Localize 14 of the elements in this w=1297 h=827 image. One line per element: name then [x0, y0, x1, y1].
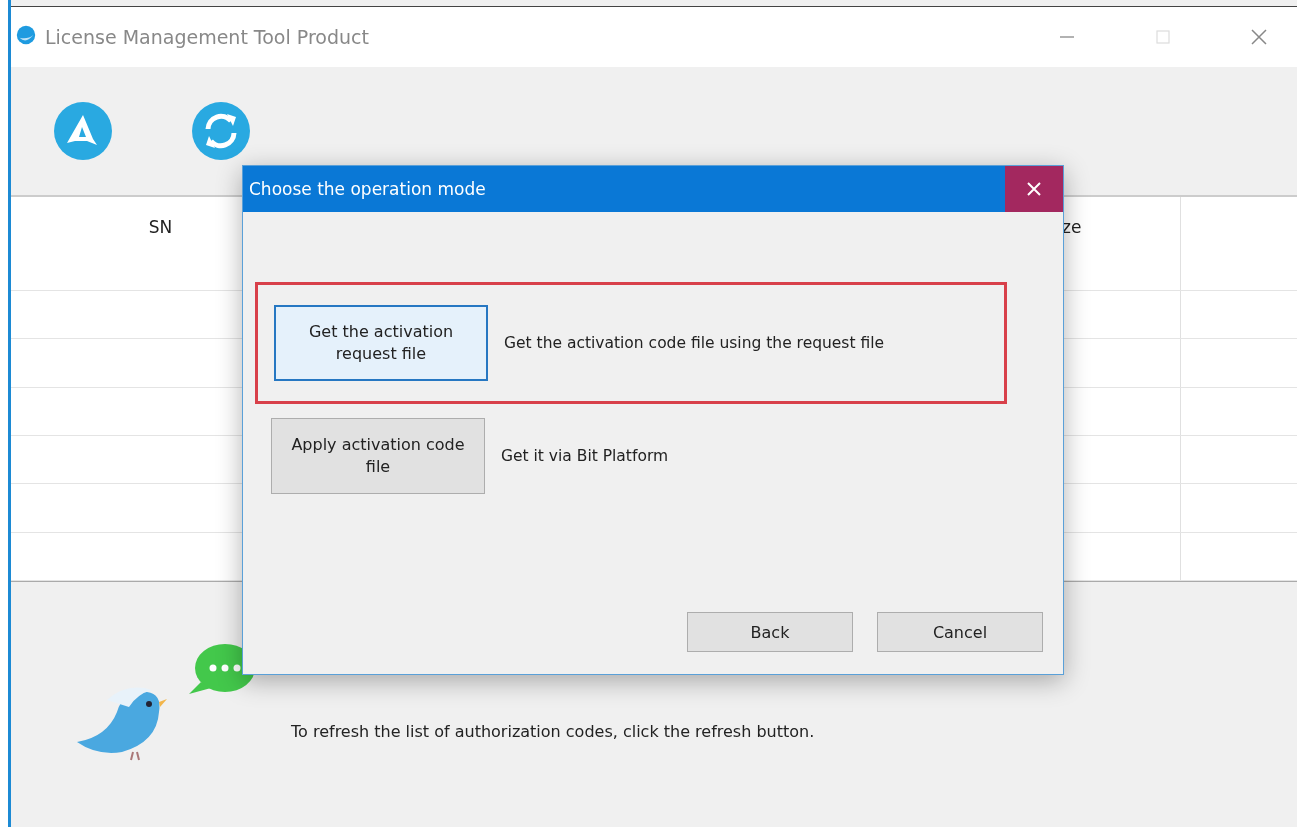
column-header: SN: [148, 216, 174, 237]
close-button[interactable]: [1005, 166, 1063, 212]
close-icon[interactable]: [1249, 27, 1269, 47]
dialog-button[interactable]: Back: [687, 612, 853, 652]
dialog-button[interactable]: Cancel: [877, 612, 1043, 652]
hint-text: To refresh the list of authorization codes, click the refresh button.: [291, 722, 815, 742]
activate-icon[interactable]: [53, 101, 113, 161]
dialog-title: Choose the operation mode: [248, 179, 486, 199]
window-title: License Management Tool Product: [45, 26, 369, 48]
option-button[interactable]: Get the activation request file: [274, 305, 488, 381]
option-button[interactable]: Apply activation code file: [271, 418, 485, 494]
option-description: Get the activation code file using the request file: [504, 334, 885, 352]
refresh-icon[interactable]: [191, 101, 251, 161]
option-description: Get it via Bit Platform: [501, 447, 669, 465]
